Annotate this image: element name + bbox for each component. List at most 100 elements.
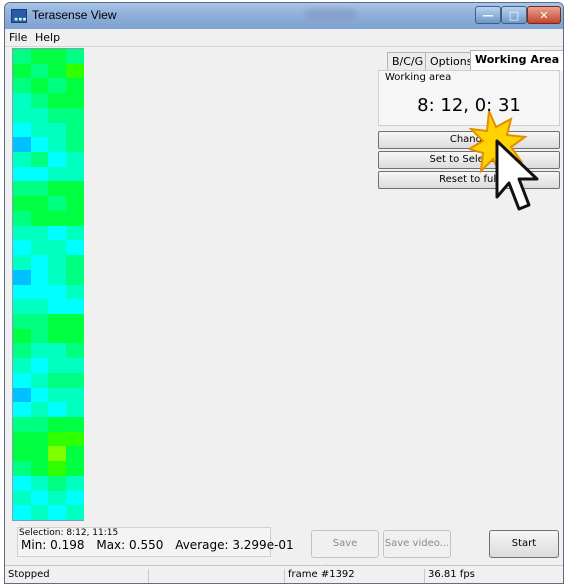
heatmap-cell	[48, 137, 66, 153]
heatmap-cell	[48, 387, 66, 403]
heatmap-cell	[30, 475, 49, 491]
heatmap-cell	[13, 210, 31, 226]
heatmap-cell	[30, 93, 49, 109]
heatmap-cell	[13, 505, 31, 521]
heatmap-cell	[48, 152, 66, 168]
close-icon: ✕	[539, 8, 549, 22]
heatmap-cell	[65, 490, 84, 506]
minimize-button[interactable]: —	[475, 6, 501, 24]
heatmap-cell	[13, 49, 31, 64]
status-empty	[149, 569, 285, 583]
heatmap-cell	[48, 255, 66, 271]
heatmap-cell	[65, 269, 84, 285]
app-window: ▪▪▪ Terasense View — □ ✕ File Help B/C/G…	[4, 2, 564, 584]
heatmap-cell	[30, 313, 49, 329]
heatmap-cell	[48, 299, 66, 315]
heatmap-cell	[30, 152, 49, 168]
heatmap-cell	[13, 402, 31, 418]
heatmap-cell	[65, 313, 84, 329]
heatmap-cell	[48, 107, 66, 123]
minimize-icon: —	[482, 8, 494, 22]
status-bar: Stopped frame #1392 36.81 fps	[5, 565, 563, 583]
heatmap-cell	[65, 402, 84, 418]
stats-line: Min: 0.198 Max: 0.550 Average: 3.299e-01	[21, 538, 302, 552]
heatmap-cell	[65, 343, 84, 359]
heatmap-cell	[65, 78, 84, 94]
heatmap-cell	[13, 107, 31, 123]
heatmap-cell	[13, 78, 31, 94]
heatmap-cell	[13, 299, 31, 315]
blurred-area	[305, 9, 357, 21]
selection-label: Selection: 8:12, 11:15	[19, 528, 119, 538]
heatmap-cell	[30, 107, 49, 123]
app-icon: ▪▪▪	[11, 9, 27, 23]
heatmap-cell	[13, 416, 31, 432]
heatmap-cell	[48, 181, 66, 197]
menu-file[interactable]: File	[9, 31, 27, 44]
save-video-button[interactable]: Save video...	[383, 530, 451, 558]
heatmap-cell	[13, 63, 31, 79]
heatmap-cell	[13, 490, 31, 506]
heatmap-cell	[30, 402, 49, 418]
heatmap-cell	[48, 196, 66, 212]
heatmap-cell	[30, 461, 49, 477]
heatmap-cell	[65, 416, 84, 432]
heatmap-cell	[65, 166, 84, 182]
start-button[interactable]: Start	[489, 530, 559, 558]
heatmap-cell	[13, 152, 31, 168]
heatmap-cell	[30, 225, 49, 241]
heatmap-cell	[65, 225, 84, 241]
heatmap-cell	[65, 63, 84, 79]
heatmap-cell	[13, 475, 31, 491]
heatmap-cell	[30, 166, 49, 182]
working-area-label: Working area	[385, 72, 452, 83]
heatmap-cell	[65, 446, 84, 462]
heatmap-cell	[48, 225, 66, 241]
status-fps: 36.81 fps	[428, 569, 475, 580]
heatmap-cell	[13, 255, 31, 271]
heatmap-cell	[13, 387, 31, 403]
heatmap-cell	[30, 372, 49, 388]
heatmap-cell	[13, 137, 31, 153]
heatmap-cell	[30, 490, 49, 506]
heatmap-cell	[48, 93, 66, 109]
heatmap-cell	[48, 166, 66, 182]
heatmap-cell	[48, 431, 66, 447]
heatmap-cell	[13, 343, 31, 359]
stat-average: Average: 3.299e-01	[175, 538, 294, 552]
heatmap-cell	[30, 210, 49, 226]
stat-min: Min: 0.198	[21, 538, 85, 552]
heatmap-cell	[13, 240, 31, 256]
heatmap-cell	[48, 269, 66, 285]
tab-bcg[interactable]: B/C/G	[387, 52, 429, 70]
heatmap-cell	[65, 328, 84, 344]
heatmap-cell	[13, 122, 31, 138]
heatmap-cell	[30, 78, 49, 94]
heatmap-cell	[48, 210, 66, 226]
heatmap-cell	[65, 152, 84, 168]
heatmap-cell	[48, 63, 66, 79]
heatmap-cell	[65, 240, 84, 256]
heatmap-cell	[48, 461, 66, 477]
close-button[interactable]: ✕	[527, 6, 561, 24]
heatmap-cell	[13, 93, 31, 109]
sensor-heatmap[interactable]	[12, 48, 84, 521]
menu-help[interactable]: Help	[35, 31, 60, 44]
maximize-button[interactable]: □	[501, 6, 527, 24]
heatmap-cell	[13, 372, 31, 388]
heatmap-cell	[65, 107, 84, 123]
tab-working-area[interactable]: Working Area	[470, 50, 563, 71]
title-bar[interactable]: ▪▪▪ Terasense View — □ ✕	[5, 3, 563, 29]
heatmap-cell	[48, 358, 66, 374]
heatmap-cell	[48, 372, 66, 388]
heatmap-cell	[30, 49, 49, 64]
arrow-pointer-icon	[495, 139, 539, 211]
heatmap-cell	[30, 269, 49, 285]
maximize-icon: □	[508, 8, 520, 22]
heatmap-cell	[48, 505, 66, 521]
save-image-button[interactable]: Save image...	[311, 530, 379, 575]
mouse-cursor-icon	[469, 111, 539, 211]
heatmap-cell	[48, 313, 66, 329]
menu-bar: File Help	[5, 29, 563, 47]
heatmap-cell	[65, 93, 84, 109]
